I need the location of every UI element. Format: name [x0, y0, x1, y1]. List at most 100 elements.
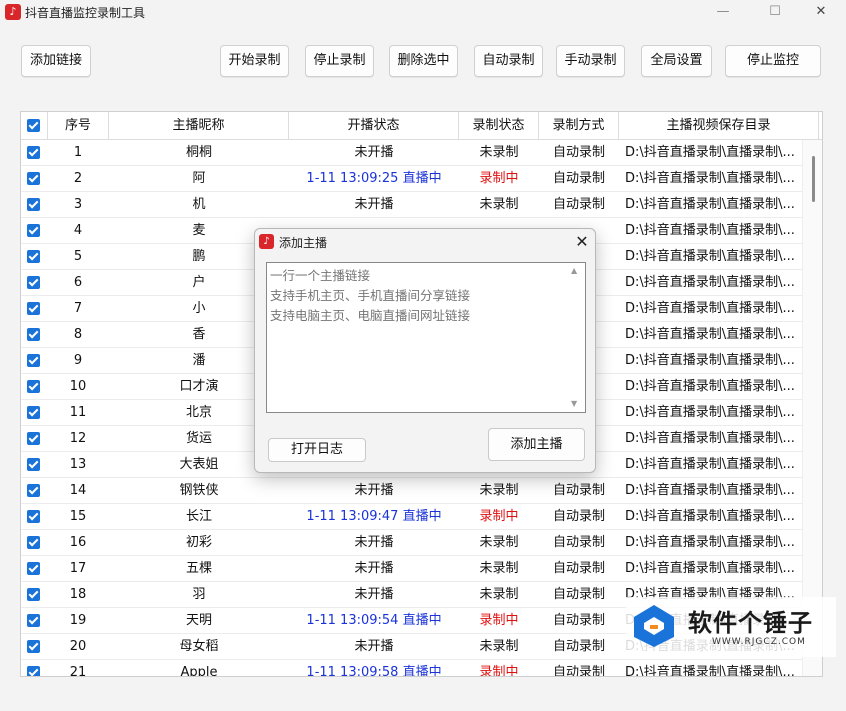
row-name: 五棵 — [185, 561, 212, 576]
maximize-button[interactable]: ☐ — [752, 0, 798, 24]
row-live-status: 未开播 — [354, 639, 394, 654]
row-rec-mode: 自动录制 — [552, 145, 605, 160]
row-rec-mode: 自动录制 — [552, 665, 605, 677]
row-num: 20 — [69, 639, 87, 654]
row-name: 桐桐 — [185, 145, 212, 160]
row-num: 13 — [69, 457, 87, 472]
start-record-button[interactable]: 开始录制 — [220, 45, 289, 77]
header-dir[interactable]: 主播视频保存目录 — [619, 112, 819, 140]
header-name[interactable]: 主播昵称 — [109, 112, 289, 140]
add-anchor-dialog: ♪ 添加主播 ✕ ▲ ▼ 打开日志 添加主播 — [254, 228, 596, 473]
row-checkbox[interactable] — [27, 198, 40, 211]
row-num: 4 — [73, 223, 83, 238]
table-row[interactable]: 15 长江 1-11 13:09:47 直播中 录制中 自动录制 D:\抖音直播录制\直播… — [21, 504, 803, 530]
manual-record-button[interactable]: 手动录制 — [556, 45, 625, 77]
row-live-status: 1-11 13:09:54 直播中 — [306, 613, 442, 628]
auto-record-button[interactable]: 自动录制 — [474, 45, 543, 77]
row-checkbox[interactable] — [27, 510, 40, 523]
row-checkbox[interactable] — [27, 640, 40, 653]
row-save-dir: D:\抖音直播录制\直播录制\... — [625, 509, 795, 524]
row-checkbox[interactable] — [27, 406, 40, 419]
row-num: 9 — [73, 353, 83, 368]
row-checkbox[interactable] — [27, 328, 40, 341]
row-save-dir: D:\抖音直播录制\直播录制\... — [625, 275, 795, 290]
row-checkbox[interactable] — [27, 484, 40, 497]
watermark-logo-icon — [634, 605, 674, 647]
app-logo-icon: ♪ — [5, 4, 21, 20]
row-save-dir: D:\抖音直播录制\直播录制\... — [625, 379, 795, 394]
row-checkbox[interactable] — [27, 146, 40, 159]
header-rec[interactable]: 录制状态 — [459, 112, 539, 140]
global-settings-button[interactable]: 全局设置 — [641, 45, 712, 77]
row-checkbox[interactable] — [27, 614, 40, 627]
row-checkbox[interactable] — [27, 224, 40, 237]
row-rec-mode: 自动录制 — [552, 171, 605, 186]
row-rec-status: 录制中 — [479, 665, 519, 677]
row-rec-status: 未录制 — [479, 561, 519, 576]
close-button[interactable]: ✕ — [798, 0, 844, 24]
table-row[interactable]: 16 初彩 未开播 未录制 自动录制 D:\抖音直播录制\直播录制\... — [21, 530, 803, 556]
minimize-button[interactable]: — — [700, 0, 746, 24]
row-rec-mode: 自动录制 — [552, 483, 605, 498]
row-num: 11 — [69, 405, 87, 420]
row-checkbox[interactable] — [27, 172, 40, 185]
row-save-dir: D:\抖音直播录制\直播录制\... — [625, 171, 795, 186]
anchor-links-input[interactable] — [266, 262, 586, 413]
dialog-logo-icon: ♪ — [259, 234, 274, 249]
table-row[interactable]: 3 机 未开播 未录制 自动录制 D:\抖音直播录制\直播录制\... — [21, 192, 803, 218]
header-mode[interactable]: 录制方式 — [539, 112, 619, 140]
row-save-dir: D:\抖音直播录制\直播录制\... — [625, 327, 795, 342]
table-row[interactable]: 17 五棵 未开播 未录制 自动录制 D:\抖音直播录制\直播录制\... — [21, 556, 803, 582]
row-save-dir: D:\抖音直播录制\直播录制\... — [625, 665, 795, 677]
dialog-close-icon[interactable]: ✕ — [571, 231, 593, 253]
table-row[interactable]: 21 Apple 1-11 13:09:58 直播中 录制中 自动录制 D:\抖音直播录制… — [21, 660, 803, 677]
header-num[interactable]: 序号 — [48, 112, 109, 140]
row-checkbox[interactable] — [27, 302, 40, 315]
row-checkbox[interactable] — [27, 562, 40, 575]
select-all-checkbox[interactable] — [27, 119, 40, 132]
row-rec-status: 未录制 — [479, 587, 519, 602]
row-checkbox[interactable] — [27, 276, 40, 289]
row-name: 长江 — [185, 509, 212, 524]
row-num: 2 — [73, 171, 83, 186]
row-checkbox[interactable] — [27, 432, 40, 445]
row-checkbox[interactable] — [27, 458, 40, 471]
add-link-button[interactable]: 添加链接 — [21, 45, 91, 77]
row-name: Apple — [180, 665, 218, 677]
table-row[interactable]: 2 阿 1-11 13:09:25 直播中 录制中 自动录制 D:\抖音直播录制\直播录制… — [21, 166, 803, 192]
row-num: 7 — [73, 301, 83, 316]
row-live-status: 1-11 13:09:25 直播中 — [306, 171, 442, 186]
table-row[interactable]: 1 桐桐 未开播 未录制 自动录制 D:\抖音直播录制\直播录制\... — [21, 140, 803, 166]
row-checkbox[interactable] — [27, 250, 40, 263]
window-title: 抖音直播监控录制工具 — [25, 6, 146, 20]
row-checkbox[interactable] — [27, 380, 40, 393]
row-checkbox[interactable] — [27, 588, 40, 601]
header-live[interactable]: 开播状态 — [289, 112, 459, 140]
row-rec-mode: 自动录制 — [552, 509, 605, 524]
row-num: 17 — [69, 561, 87, 576]
row-checkbox[interactable] — [27, 536, 40, 549]
delete-selected-button[interactable]: 删除选中 — [389, 45, 458, 77]
table-row[interactable]: 14 钢铁侠 未开播 未录制 自动录制 D:\抖音直播录制\直播录制\... — [21, 478, 803, 504]
row-num: 8 — [73, 327, 83, 342]
row-rec-mode: 自动录制 — [552, 587, 605, 602]
watermark-text: 软件个锤子 — [688, 609, 813, 637]
row-num: 15 — [69, 509, 87, 524]
row-checkbox[interactable] — [27, 354, 40, 367]
row-checkbox[interactable] — [27, 666, 40, 676]
scrollbar-thumb[interactable] — [812, 156, 815, 202]
stop-record-button[interactable]: 停止录制 — [305, 45, 374, 77]
row-rec-status: 录制中 — [479, 613, 519, 628]
stop-monitor-button[interactable]: 停止监控 — [725, 45, 821, 77]
table-header: 序号 主播昵称 开播状态 录制状态 录制方式 主播视频保存目录 — [21, 112, 822, 140]
textarea-scroll-up-icon[interactable]: ▲ — [571, 266, 577, 275]
row-live-status: 1-11 13:09:47 直播中 — [306, 509, 442, 524]
row-num: 21 — [69, 665, 87, 677]
row-name: 天明 — [185, 613, 212, 628]
add-anchor-button[interactable]: 添加主播 — [488, 428, 585, 461]
textarea-scroll-down-icon[interactable]: ▼ — [571, 399, 577, 408]
row-rec-mode: 自动录制 — [552, 535, 605, 550]
open-log-button[interactable]: 打开日志 — [268, 438, 366, 462]
row-num: 14 — [69, 483, 87, 498]
row-num: 18 — [69, 587, 87, 602]
